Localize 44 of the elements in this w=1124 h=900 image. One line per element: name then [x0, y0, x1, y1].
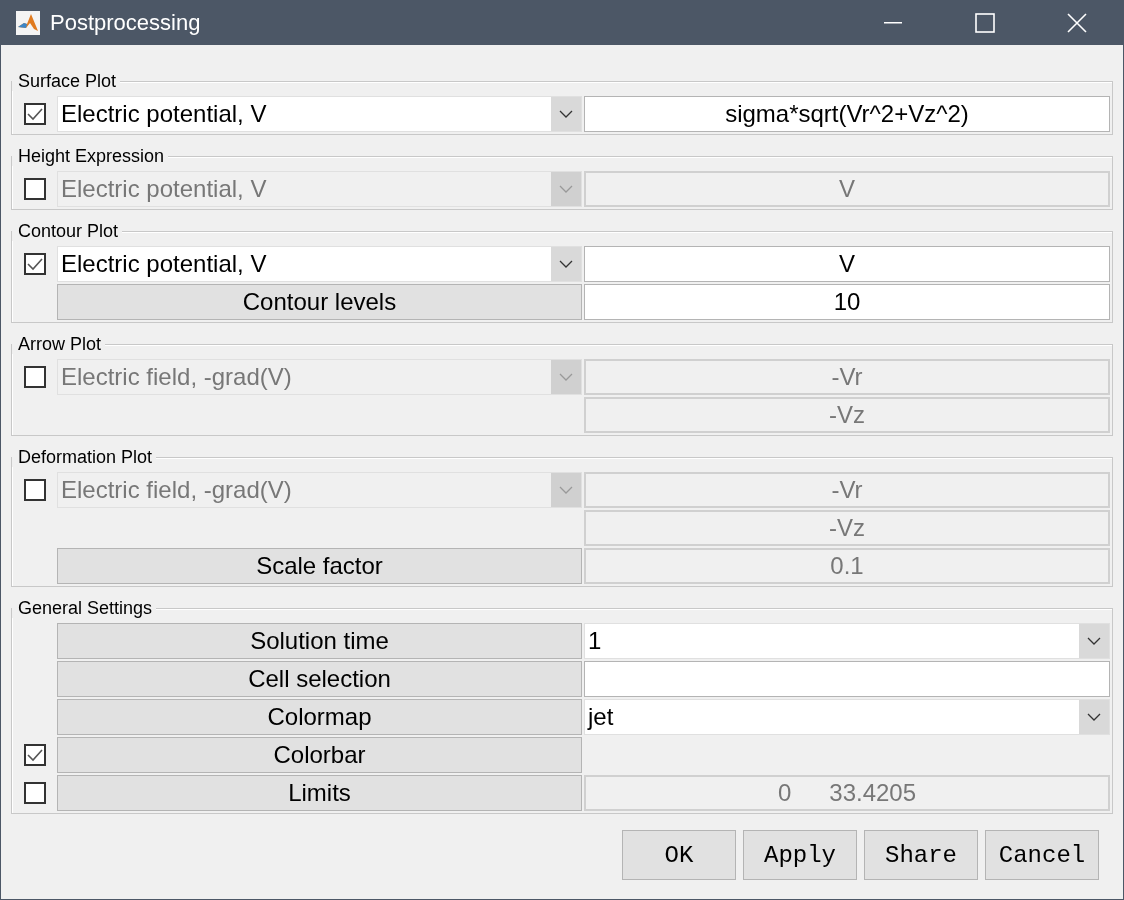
label-button[interactable]: Colorbar [57, 737, 582, 773]
chevron-down-icon [1087, 637, 1101, 645]
checkbox[interactable] [23, 253, 46, 275]
dropdown[interactable]: 1 [584, 623, 1110, 659]
chevron-down-icon [559, 110, 573, 118]
section-title: Arrow Plot [12, 334, 106, 354]
section-title: Contour Plot [12, 221, 123, 241]
chevron-down-icon [559, 486, 573, 494]
checkbox[interactable] [23, 479, 46, 501]
app-logo-icon [16, 11, 40, 35]
checkbox[interactable] [23, 744, 46, 766]
checkbox[interactable] [23, 178, 46, 200]
chevron-down-icon [559, 185, 573, 193]
text-field[interactable]: V [584, 246, 1110, 282]
checkbox[interactable] [23, 103, 46, 125]
checkbox[interactable] [23, 366, 46, 388]
minimize-icon [884, 22, 902, 24]
chevron-down-icon [559, 373, 573, 381]
dropdown[interactable]: jet [584, 699, 1110, 735]
dropdown[interactable]: Electric potential, V [57, 96, 582, 132]
checkbox[interactable] [23, 782, 46, 804]
dropdown[interactable]: Electric potential, V [57, 246, 582, 282]
label-button[interactable]: Scale factor [57, 548, 582, 584]
dialog-button[interactable]: Cancel [985, 830, 1099, 880]
section-title: General Settings [12, 598, 157, 618]
window-title: Postprocessing [50, 10, 202, 36]
chevron-down-icon [559, 260, 573, 268]
section-title: Height Expression [12, 146, 169, 166]
dialog-button[interactable]: Share [864, 830, 978, 880]
label-button[interactable]: Limits [57, 775, 582, 811]
label-button[interactable]: Contour levels [57, 284, 582, 320]
chevron-down-icon [1087, 713, 1101, 721]
section-title: Deformation Plot [12, 447, 157, 467]
text-field[interactable] [584, 661, 1110, 697]
label-button[interactable]: Cell selection [57, 661, 582, 697]
dialog-button[interactable]: Apply [743, 830, 857, 880]
text-field[interactable]: sigma*sqrt(Vr^2+Vz^2) [584, 96, 1110, 132]
text-field[interactable]: 10 [584, 284, 1110, 320]
label-button[interactable]: Colormap [57, 699, 582, 735]
dialog-button[interactable]: OK [622, 830, 736, 880]
maximize-icon [975, 13, 995, 33]
section-title: Surface Plot [12, 71, 121, 91]
label-button[interactable]: Solution time [57, 623, 582, 659]
close-icon [1067, 13, 1087, 33]
